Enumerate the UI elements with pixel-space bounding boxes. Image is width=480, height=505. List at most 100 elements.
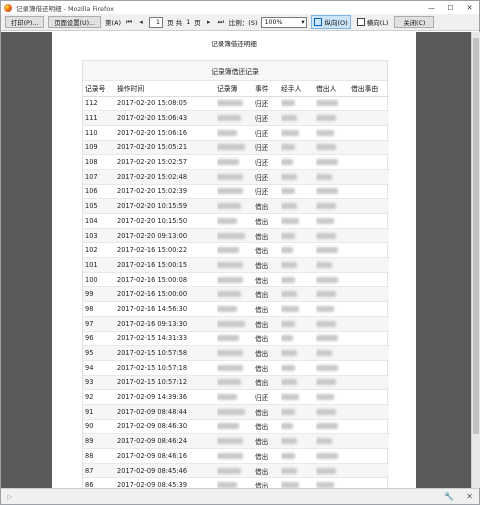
time-cell: 2017-02-16 15:00:00	[117, 286, 217, 303]
redacted-text	[316, 350, 332, 357]
record-id-cell: 96	[83, 331, 117, 347]
page-number-input[interactable]: 1	[149, 16, 164, 28]
event-cell: 归还	[255, 184, 281, 200]
event-cell: 借出	[255, 360, 281, 376]
borrower-cell	[316, 184, 351, 200]
redacted-text	[217, 320, 245, 327]
borrower-cell	[316, 154, 351, 170]
print-page: 记录簿借还明细 记录簿借还记录 记录号 操作时间 记录簿 事件 经手人 借出人 …	[52, 32, 416, 488]
scrollbar-thumb[interactable]	[473, 38, 479, 434]
reason-cell	[351, 448, 389, 464]
close-icon[interactable]: ✕	[466, 492, 473, 501]
handler-cell	[281, 125, 316, 141]
reason-cell	[351, 213, 389, 229]
vertical-scrollbar[interactable]	[471, 32, 480, 488]
table-row: 112 2017-02-20 15:08:05 归还	[83, 96, 389, 112]
portrait-radio[interactable]	[314, 18, 323, 26]
record-book-cell	[217, 169, 255, 185]
borrower-cell	[316, 257, 351, 273]
event-cell: 借出	[255, 198, 281, 214]
borrower-cell	[316, 96, 351, 112]
landscape-option[interactable]: 横向(L)	[355, 16, 391, 28]
reason-cell	[351, 125, 389, 141]
first-page-icon[interactable]: ⏮	[125, 18, 133, 27]
record-id-cell: 92	[83, 389, 117, 405]
page-setup-button[interactable]: 页面设置(U)...	[48, 16, 102, 28]
event-cell: 借出	[255, 242, 281, 259]
borrower-cell	[316, 228, 351, 244]
preview-viewport[interactable]: 记录簿借还明细 记录簿借还记录 记录号 操作时间 记录簿 事件 经手人 借出人 …	[1, 32, 471, 488]
record-id-cell: 87	[83, 463, 117, 479]
record-id-cell: 112	[83, 96, 117, 112]
redacted-text	[316, 159, 338, 166]
next-page-icon[interactable]: ▸	[205, 18, 213, 26]
redacted-text	[217, 188, 243, 195]
redacted-text	[316, 291, 336, 298]
record-id-cell: 94	[83, 360, 117, 376]
scale-value: 100%	[264, 18, 283, 26]
records-table: 记录号 操作时间 记录簿 事件 经手人 借出人 借出事由 112 2017-02-…	[83, 81, 389, 488]
handler-cell	[281, 463, 316, 479]
redacted-text	[281, 129, 299, 136]
handler-cell	[281, 198, 316, 214]
maximize-button[interactable]: ☐	[441, 1, 460, 14]
record-id-cell: 110	[83, 125, 117, 141]
handler-cell	[281, 228, 316, 244]
landscape-label: 横向(L)	[366, 19, 389, 27]
redacted-text	[281, 305, 299, 312]
handler-cell	[281, 316, 316, 332]
time-cell: 2017-02-09 08:45:46	[117, 463, 217, 479]
wrench-icon[interactable]: 🔧	[444, 492, 454, 501]
reason-cell	[351, 433, 389, 449]
redacted-text	[316, 276, 338, 283]
record-id-cell: 86	[83, 477, 117, 488]
scale-select[interactable]: 100% ▾	[261, 16, 308, 28]
redacted-text	[281, 276, 295, 283]
print-button[interactable]: 打印(P)...	[5, 16, 45, 28]
redacted-text	[217, 173, 243, 180]
redacted-text	[281, 467, 297, 474]
handler-cell	[281, 110, 316, 126]
table-row: 100 2017-02-16 15:00:08 借出	[83, 272, 389, 288]
previous-page-icon[interactable]: ◂	[137, 18, 145, 26]
table-row: 104 2017-02-20 10:15:50 借出	[83, 213, 389, 229]
redacted-text	[316, 379, 336, 386]
reason-cell	[351, 316, 389, 332]
landscape-radio[interactable]	[356, 18, 365, 26]
close-window-button[interactable]: ✕	[460, 1, 479, 14]
handler-cell	[281, 433, 316, 449]
record-book-cell	[217, 242, 255, 259]
last-page-icon[interactable]: ⏭	[217, 18, 225, 27]
redacted-text	[316, 129, 334, 136]
time-cell: 2017-02-20 15:05:21	[117, 140, 217, 156]
redacted-text	[281, 291, 297, 298]
borrower-cell	[316, 169, 351, 185]
redacted-text	[316, 232, 336, 239]
borrower-cell	[316, 463, 351, 479]
minimize-button[interactable]: —	[422, 1, 441, 14]
reason-cell	[351, 389, 389, 405]
handler-cell	[281, 389, 316, 405]
table-row: 99 2017-02-16 15:00:00 借出	[83, 286, 389, 303]
records-body: 112 2017-02-20 15:08:05 归还 111 2017-02-20 15…	[83, 96, 389, 488]
record-book-cell	[217, 404, 255, 420]
close-preview-button[interactable]: 关闭(C)	[394, 16, 435, 28]
borrower-cell	[316, 125, 351, 141]
time-cell: 2017-02-09 08:46:30	[117, 419, 217, 435]
redacted-text	[217, 438, 243, 445]
redacted-text	[316, 247, 338, 254]
record-book-cell	[217, 110, 255, 126]
portrait-option[interactable]: 纵向(O)	[311, 15, 351, 29]
redacted-text	[281, 203, 297, 210]
table-row: 89 2017-02-09 08:46:24 借出	[83, 433, 389, 449]
table-row: 108 2017-02-20 15:02:57 归还	[83, 154, 389, 170]
handler-cell	[281, 345, 316, 361]
redacted-text	[217, 115, 241, 122]
chevron-down-icon: ▾	[301, 18, 305, 26]
event-cell: 归还	[255, 96, 281, 112]
record-book-cell	[217, 257, 255, 273]
borrower-cell	[316, 272, 351, 288]
record-id-cell: 89	[83, 433, 117, 449]
redacted-text	[281, 188, 295, 195]
status-icons: 🔧 ✕	[444, 492, 473, 501]
